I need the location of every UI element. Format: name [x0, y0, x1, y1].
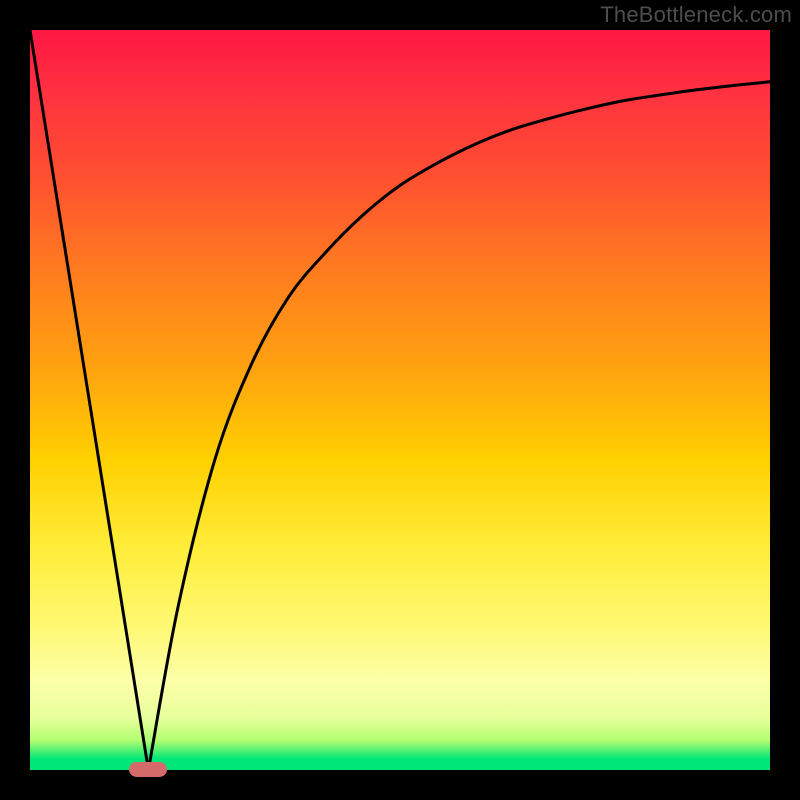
left-branch-line: [30, 30, 148, 770]
right-branch-line: [148, 82, 770, 770]
bottleneck-marker: [129, 762, 167, 777]
plot-area: [30, 30, 770, 770]
chart-frame: TheBottleneck.com: [0, 0, 800, 800]
watermark-text: TheBottleneck.com: [600, 2, 792, 28]
curve-layer: [30, 30, 770, 770]
